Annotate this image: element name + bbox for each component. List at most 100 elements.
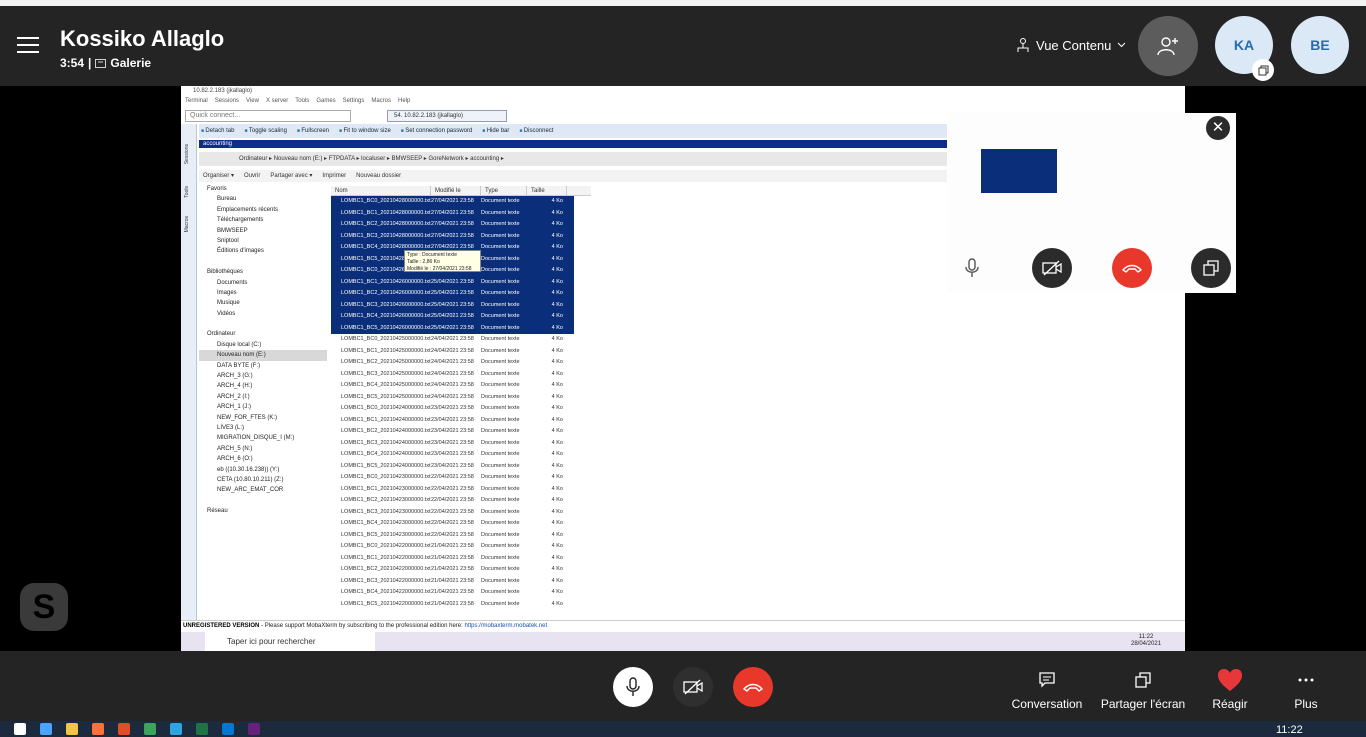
nav-item: Nouveau nom (E:) <box>199 350 327 361</box>
table-cell: LOMBC1_BC0_20210423000000.txt <box>341 474 431 480</box>
table-cell: 4 Ko <box>551 209 563 216</box>
taskbar-app-icon[interactable] <box>222 723 234 735</box>
avatar-be[interactable]: BE <box>1291 16 1349 74</box>
share-screen-icon <box>1135 672 1151 688</box>
table-cell: Document texte <box>481 336 520 342</box>
table-cell: 4 Ko <box>551 474 563 480</box>
thumbnail-camera-button[interactable] <box>1032 248 1072 288</box>
nav-item: MIGRATION_DISQUE_I (M:) <box>217 435 295 442</box>
add-person-button[interactable] <box>1138 16 1198 76</box>
table-cell: 24/04/2021 23:58 <box>431 336 474 342</box>
thumbnail-mic-button[interactable] <box>952 248 992 288</box>
menu-item: Sessions <box>214 98 240 104</box>
table-cell: 4 Ko <box>551 416 563 423</box>
toolbar-item: Fullscreen <box>297 124 329 138</box>
command-item: Nouveau dossier <box>356 173 402 179</box>
file-tooltip: Type : Document texte Taille : 2,86 Ko M… <box>404 250 481 272</box>
table-cell: 23/04/2021 23:58 <box>431 405 474 411</box>
table-cell: Document texte <box>481 589 520 595</box>
address-bar: Ordinateur ▸ Nouveau nom (E:) ▸ FTPDATA … <box>199 152 947 166</box>
taskbar-app-icon[interactable] <box>40 723 52 735</box>
table-cell: Document texte <box>481 566 520 572</box>
call-subtitle: 3:54 | Galerie <box>60 56 151 70</box>
thumbnail-hangup-button[interactable] <box>1112 248 1152 288</box>
camera-button[interactable] <box>673 667 713 707</box>
remote-window-title: 10.82.2.183 (jkallaglo) <box>181 86 1185 96</box>
microphone-icon <box>965 258 979 277</box>
table-cell: Document texte <box>481 474 520 480</box>
table-cell: LOMBC1_BC4_20210424000000.txt <box>341 451 431 457</box>
table-row: LOMBC1_BC4_20210426000000.txt 25/04/2021 … <box>331 311 574 323</box>
content-view-button[interactable]: Vue Contenu <box>1016 37 1126 53</box>
table-cell: 4 Ko <box>551 393 563 400</box>
popout-icon[interactable] <box>1252 59 1274 81</box>
table-cell: 4 Ko <box>551 531 563 538</box>
windows-start-icon[interactable] <box>14 723 26 735</box>
table-row: LOMBC1_BC3_20210428000000.txt 27/04/2021 … <box>331 230 574 242</box>
conversation-button[interactable]: Conversation <box>997 667 1097 711</box>
taskbar-app-icon[interactable] <box>196 723 208 735</box>
nav-item: Sniptool <box>217 237 239 244</box>
table-cell: 21/04/2021 23:58 <box>431 589 474 595</box>
share-screen-label: Partager l'écran <box>1100 697 1186 711</box>
timer-separator: | <box>88 56 92 70</box>
skype-icon: S <box>20 583 68 631</box>
table-cell: 4 Ko <box>551 589 563 595</box>
table-cell: LOMBC1_BC1_20210422000000.txt <box>341 554 431 561</box>
nav-item: Images <box>217 289 237 296</box>
tooltip-line: Taille : 2,86 Ko <box>407 259 440 265</box>
mic-button[interactable] <box>613 667 653 707</box>
table-cell: 24/04/2021 23:58 <box>431 347 474 354</box>
table-cell: LOMBC1_BC2_20210424000000.txt <box>341 428 431 434</box>
taskbar-app-icon[interactable] <box>66 723 78 735</box>
close-icon[interactable]: ✕ <box>1206 116 1230 140</box>
table-cell: LOMBC1_BC1_20210425000000.txt <box>341 347 431 354</box>
more-label: Plus <box>1294 697 1318 711</box>
table-cell: LOMBC1_BC0_20210428000000.txt <box>341 198 431 204</box>
table-cell: Document texte <box>481 301 520 308</box>
view-mode-label: Galerie <box>110 56 152 70</box>
side-tab: Tools <box>184 186 190 198</box>
taskbar-app-icon[interactable] <box>92 723 104 735</box>
table-cell: 4 Ko <box>551 543 563 549</box>
table-row: LOMBC1_BC3_20210426000000.txt 25/04/2021 … <box>331 299 574 311</box>
call-timer: 3:54 <box>60 56 85 70</box>
remote-taskbar-search: Taper ici pour rechercher <box>205 632 375 651</box>
table-cell: Document texte <box>481 313 520 319</box>
nav-item: Favoris <box>207 186 227 192</box>
hangup-button[interactable] <box>733 667 773 707</box>
taskbar-app-icon[interactable] <box>144 723 156 735</box>
table-row: LOMBC1_BC3_20210422000000.txt 21/04/2021 … <box>331 576 574 588</box>
table-row: LOMBC1_BC3_20210423000000.txt 22/04/2021 … <box>331 507 574 519</box>
table-cell: 4 Ko <box>551 600 563 607</box>
table-cell: 4 Ko <box>551 232 563 239</box>
unregistered-banner: UNREGISTERED VERSION - Please support Mo… <box>181 620 1185 630</box>
thumbnail-popout-button[interactable] <box>1191 248 1231 288</box>
nav-item: CETA (10.80.10.211) (Z:) <box>217 476 284 483</box>
nav-item: Réseau <box>207 508 228 515</box>
taskbar-app-icon[interactable] <box>170 723 182 735</box>
taskbar-app-icon[interactable] <box>248 723 260 735</box>
taskbar-app-icon[interactable] <box>118 723 130 735</box>
table-cell: 23/04/2021 23:58 <box>431 428 474 434</box>
self-view-thumbnail[interactable] <box>948 113 1236 293</box>
table-cell: Document texte <box>481 416 520 423</box>
table-cell: 4 Ko <box>551 370 563 377</box>
table-cell: Document texte <box>481 393 520 400</box>
table-row: LOMBC1_BC1_20210424000000.txt 23/04/2021 … <box>331 415 574 427</box>
more-button[interactable]: Plus <box>1256 667 1356 711</box>
share-screen-button[interactable]: Partager l'écran <box>1093 667 1193 711</box>
nav-item: ARCH_6 (O:) <box>217 456 253 463</box>
nav-item: ARCH_5 (N:) <box>217 445 253 452</box>
table-row: LOMBC1_BC0_20210424000000.txt 23/04/2021 … <box>331 403 574 415</box>
remote-side-tabs: Sessions Tools Macros <box>181 124 197 624</box>
table-cell: Document texte <box>481 382 520 388</box>
nav-item: ARCH_3 (G:) <box>217 373 253 380</box>
table-row: LOMBC1_BC5_20210425000000.txt 24/04/2021 … <box>331 392 574 404</box>
table-cell: 4 Ko <box>551 520 563 526</box>
call-title: Kossiko Allaglo <box>60 26 225 51</box>
file-list-header: Nom Modifié le Type Taille <box>331 186 591 196</box>
table-cell: 4 Ko <box>551 324 563 331</box>
hamburger-icon[interactable] <box>17 37 39 53</box>
table-row: LOMBC1_BC1_20210426000000.txt 25/04/2021 … <box>331 276 574 288</box>
